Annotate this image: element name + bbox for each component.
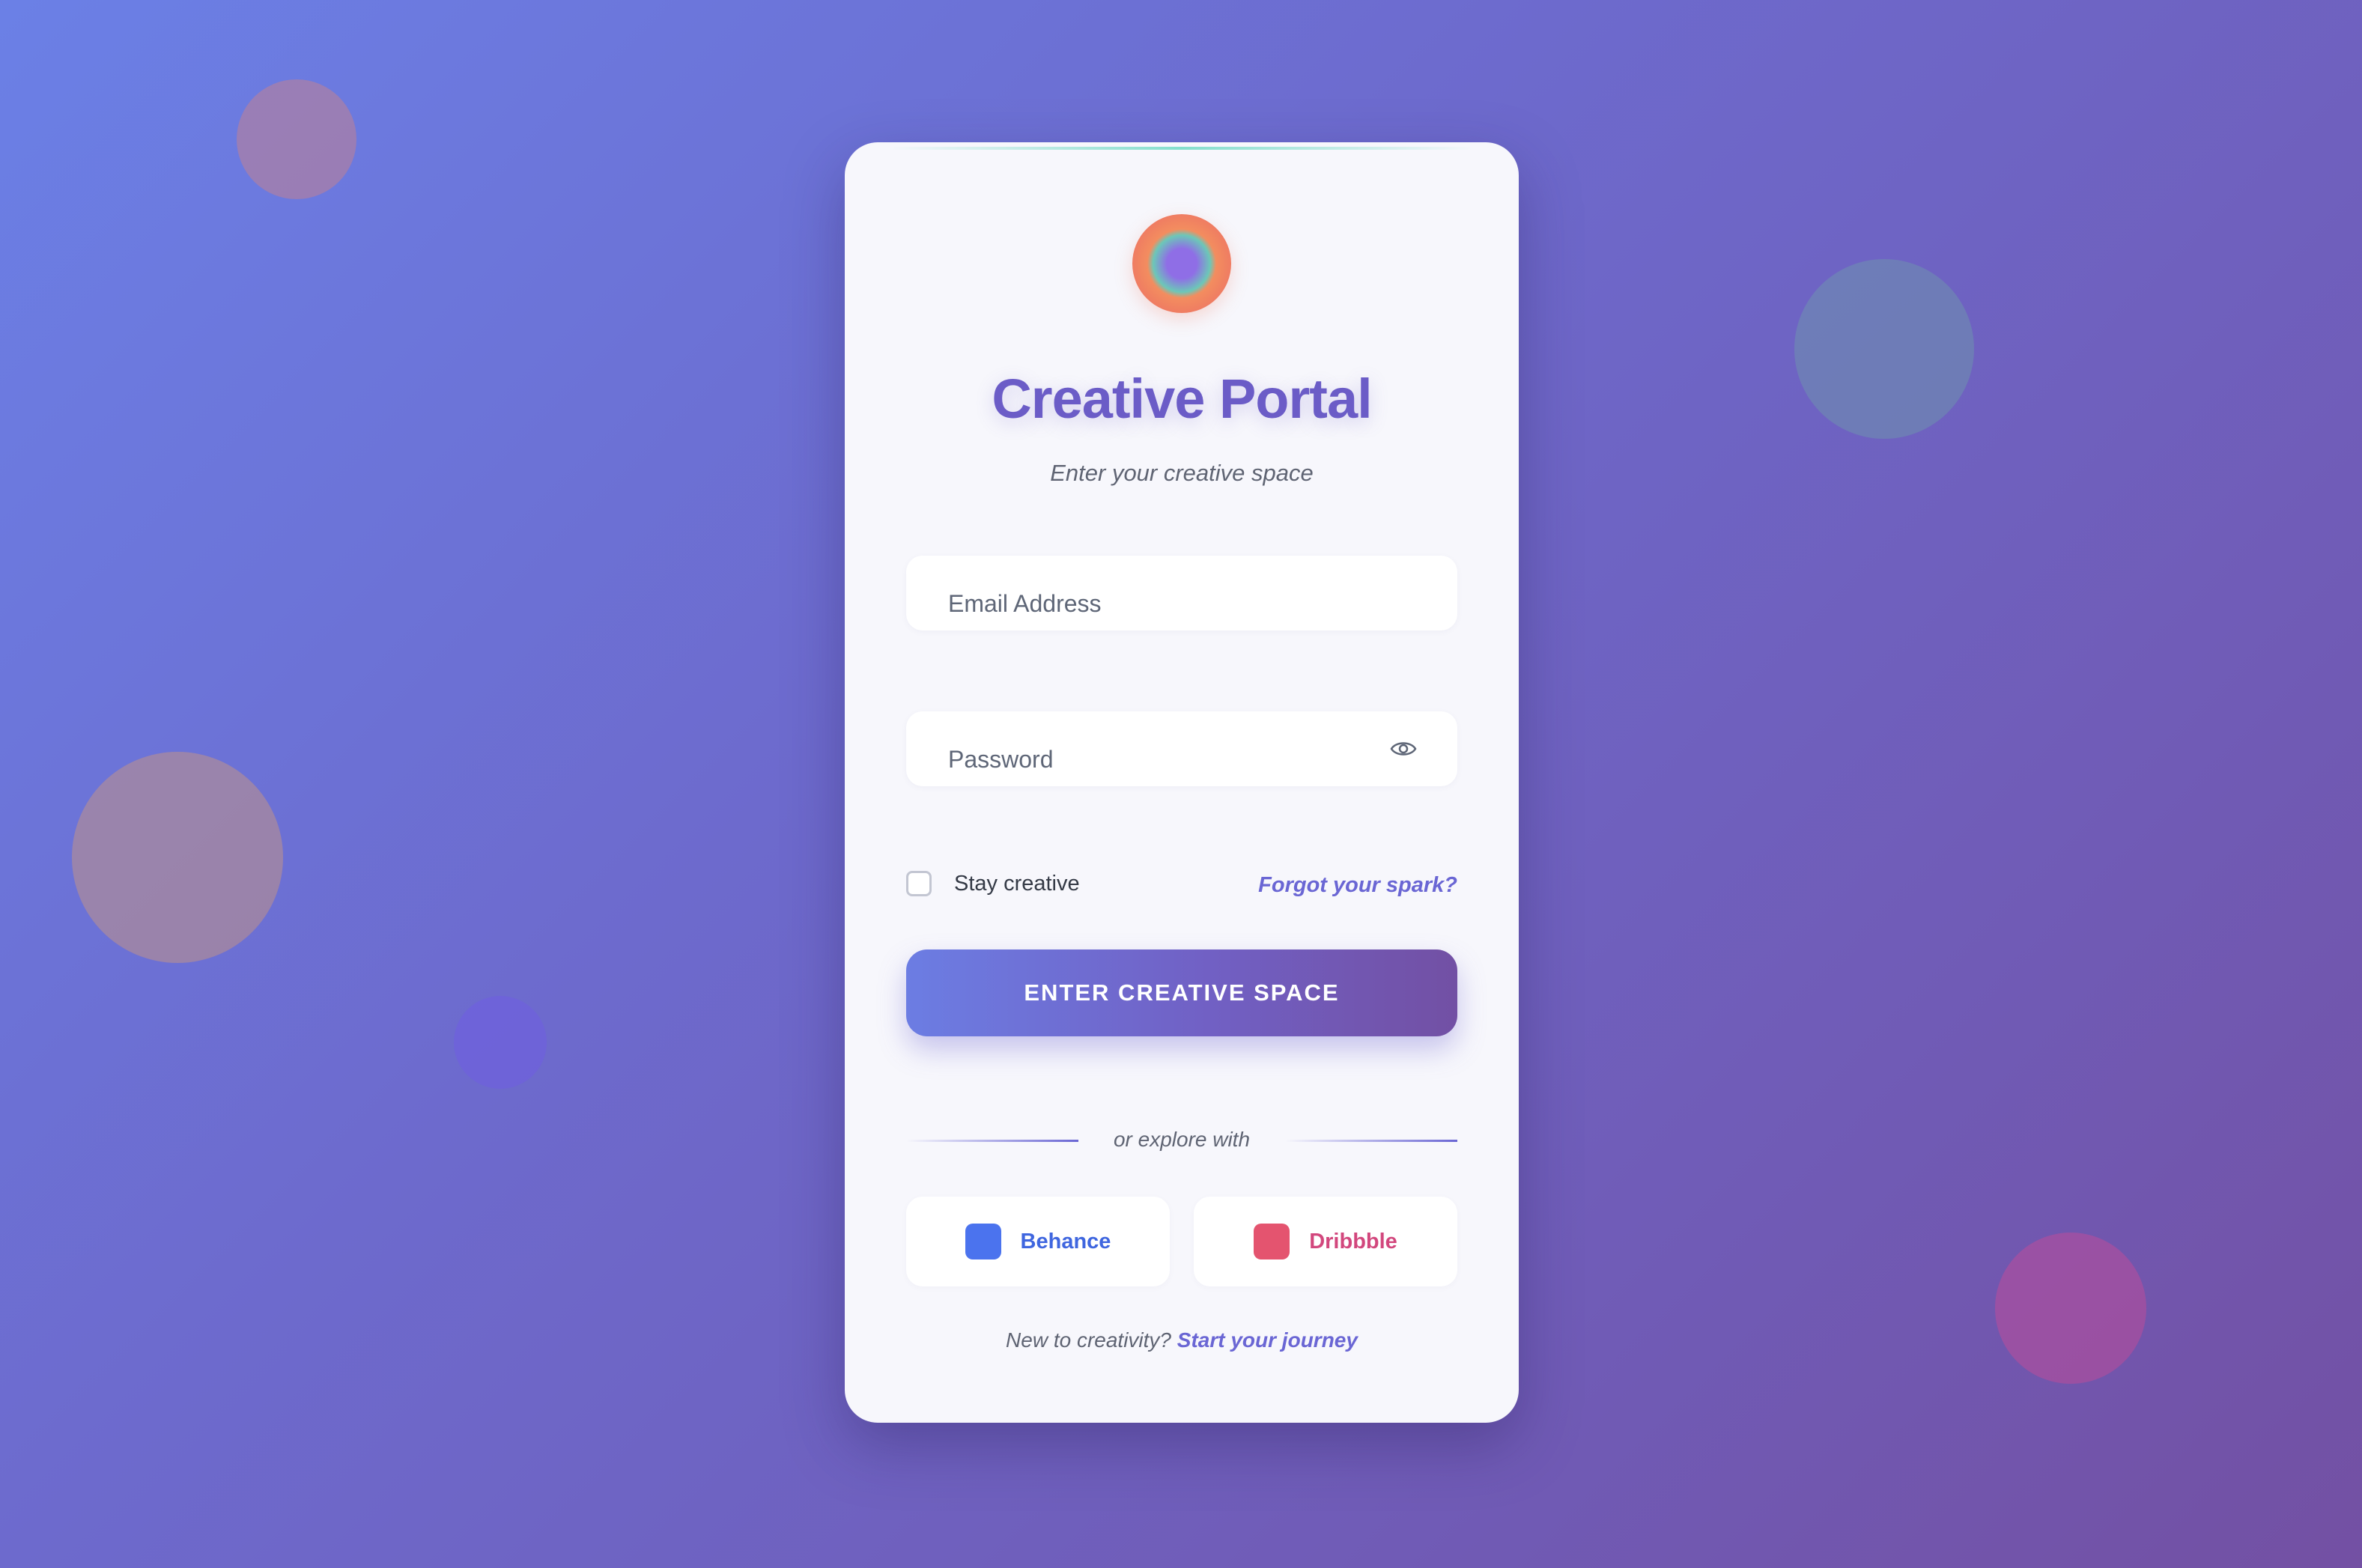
behance-button[interactable]: Behance — [906, 1197, 1170, 1286]
eye-icon[interactable] — [1390, 737, 1417, 761]
decorative-bubble — [1794, 259, 1974, 439]
signup-text: New to creativity? — [1006, 1328, 1171, 1352]
login-card: Creative Portal Enter your creative spac… — [845, 142, 1519, 1423]
remember-me[interactable]: Stay creative — [906, 867, 1080, 900]
remember-label: Stay creative — [954, 871, 1080, 896]
card-accent-line — [890, 147, 1474, 150]
page-title: Creative Portal — [992, 368, 1372, 430]
dribbble-label: Dribbble — [1309, 1229, 1397, 1254]
email-field[interactable]: Email Address — [906, 556, 1457, 630]
behance-label: Behance — [1020, 1229, 1111, 1254]
divider-line — [1285, 1140, 1457, 1142]
password-placeholder: Password — [948, 746, 1054, 773]
dribbble-square-icon — [1254, 1224, 1290, 1259]
remember-checkbox[interactable] — [906, 871, 932, 896]
password-field[interactable]: Password — [906, 711, 1457, 786]
logo-icon — [1132, 214, 1231, 313]
signup-link[interactable]: Start your journey — [1177, 1328, 1358, 1352]
email-placeholder: Email Address — [948, 590, 1102, 617]
decorative-bubble — [237, 79, 356, 199]
enter-button[interactable]: ENTER CREATIVE SPACE — [906, 949, 1457, 1036]
forgot-password-link[interactable]: Forgot your spark? — [1258, 873, 1457, 898]
page-subtitle: Enter your creative space — [1050, 460, 1314, 486]
decorative-bubble — [1995, 1233, 2146, 1384]
behance-square-icon — [965, 1224, 1001, 1259]
social-divider: or explore with — [906, 1125, 1457, 1155]
decorative-bubble — [454, 996, 547, 1089]
decorative-bubble — [72, 752, 283, 963]
dribbble-button[interactable]: Dribbble — [1194, 1197, 1457, 1286]
signup-prompt: New to creativity? Start your journey — [845, 1328, 1519, 1352]
